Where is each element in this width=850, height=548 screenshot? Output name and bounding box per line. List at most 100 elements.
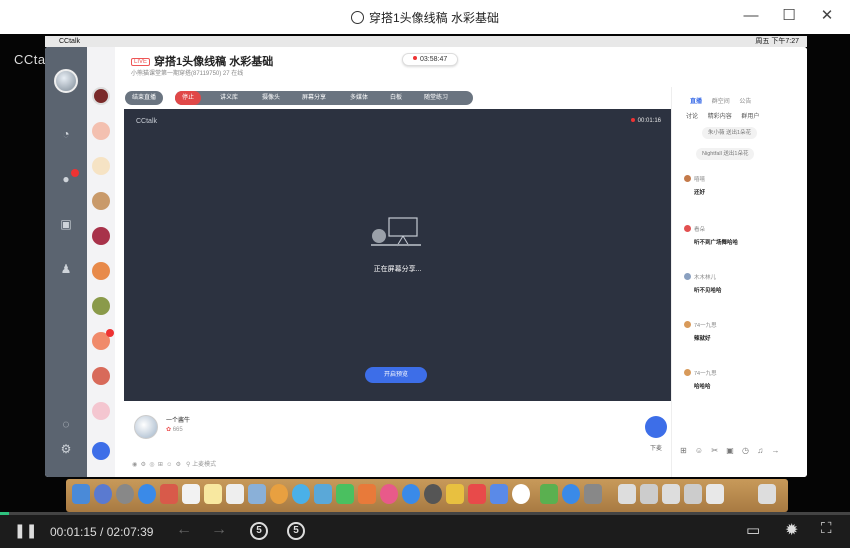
- chat-user: 74一九思: [694, 323, 717, 329]
- live-tag: LIVE: [131, 58, 151, 66]
- photo-icon[interactable]: [160, 484, 178, 504]
- teacher-bar: 一个酱牛 ✿ 665 ◉ ⚙ ◎ ⊞ ☺ ⚙ ⚲ 上麦模式 下麦: [124, 401, 671, 477]
- facetime-icon[interactable]: [314, 484, 332, 504]
- document-icon[interactable]: [684, 484, 702, 504]
- subtab-members[interactable]: 群用户: [741, 114, 759, 120]
- group-avatar[interactable]: [92, 297, 110, 315]
- app-icon[interactable]: [490, 484, 508, 504]
- media-button[interactable]: 多媒体: [343, 91, 375, 105]
- chat-text: 听不到广场舞哈哈: [694, 240, 739, 246]
- rocket-icon[interactable]: [116, 484, 134, 504]
- wechat-icon[interactable]: [540, 484, 558, 504]
- room-title-text: 穿搭1头像线稿 水彩基础: [154, 56, 274, 68]
- previous-icon[interactable]: ←: [176, 521, 192, 539]
- reminders-icon[interactable]: [226, 484, 244, 504]
- group-avatar[interactable]: [92, 157, 110, 175]
- maps-icon[interactable]: [248, 484, 266, 504]
- live-stage: CCtalk 00:01:16 正在屏幕分享... 开启预览: [124, 109, 671, 401]
- handouts-button[interactable]: 讲义库: [213, 91, 245, 105]
- keynote-icon[interactable]: [358, 484, 376, 504]
- fullscreen-icon[interactable]: ⛶: [821, 520, 832, 537]
- notes-icon[interactable]: [204, 484, 222, 504]
- group-avatar[interactable]: [92, 227, 110, 245]
- contacts-icon[interactable]: ♟: [58, 262, 74, 276]
- launchpad-icon[interactable]: [94, 484, 112, 504]
- help-icon[interactable]: ◌: [58, 417, 74, 431]
- minimize-button[interactable]: —: [739, 6, 763, 26]
- leave-mic-button[interactable]: [645, 416, 667, 438]
- document-icon[interactable]: [640, 484, 658, 504]
- chat-message: 木木林儿 听不见哈哈: [684, 273, 722, 294]
- settings-icon[interactable]: ⚙: [58, 442, 74, 456]
- user-avatar[interactable]: [54, 69, 78, 93]
- trash-icon[interactable]: [758, 484, 776, 504]
- group-avatar[interactable]: [92, 262, 110, 280]
- pause-icon[interactable]: ❚❚: [14, 522, 37, 539]
- numbers-icon[interactable]: [336, 484, 354, 504]
- sharing-status: 正在屏幕分享...: [373, 266, 422, 273]
- settings-gear-icon[interactable]: ✹: [785, 520, 798, 540]
- group-avatar[interactable]: [92, 192, 110, 210]
- chat-tools[interactable]: ⊞ ☺ ✂ ▣ ◷ ♫ →: [680, 446, 782, 455]
- tab-group-space[interactable]: 群空间: [712, 99, 730, 105]
- mac-clock: 周五 下午7:27: [755, 38, 799, 45]
- stop-button[interactable]: 停止: [175, 91, 202, 105]
- primary-sidebar: ◔ ● ▣ ♟ ◌ ⚙: [45, 47, 87, 477]
- document-icon[interactable]: [706, 484, 724, 504]
- music-icon[interactable]: [380, 484, 398, 504]
- document-icon[interactable]: [662, 484, 680, 504]
- chat-user: 木木林儿: [694, 275, 717, 281]
- screen-share-button[interactable]: 屏幕分享: [295, 91, 333, 105]
- forward-5-button[interactable]: 5: [287, 522, 305, 540]
- record-time: 00:01:16: [630, 118, 661, 124]
- group-avatar[interactable]: [92, 442, 110, 460]
- teacher-avatar[interactable]: [134, 415, 158, 439]
- next-icon[interactable]: →: [211, 521, 227, 539]
- camera-button[interactable]: 摄像头: [255, 91, 287, 105]
- chat-avatar: [684, 369, 691, 376]
- right-panel-tabs: 直播 群空间 公告: [690, 96, 759, 105]
- progress-bar[interactable]: [0, 512, 850, 515]
- sketch-icon[interactable]: [446, 484, 464, 504]
- teacher-name: 一个酱牛: [166, 418, 191, 424]
- mic-mode[interactable]: 上麦模式: [192, 462, 216, 468]
- subtitle-icon[interactable]: ▭: [746, 521, 760, 539]
- chat-avatar: [684, 273, 691, 280]
- photos-app-icon[interactable]: [270, 484, 288, 504]
- app-icon[interactable]: [468, 484, 486, 504]
- subtab-discussion[interactable]: 讨论: [686, 114, 698, 120]
- group-avatar[interactable]: [92, 402, 110, 420]
- group-avatar[interactable]: [92, 367, 110, 385]
- app-icon[interactable]: [584, 484, 602, 504]
- group-avatar[interactable]: [92, 87, 110, 105]
- app-icon[interactable]: [562, 484, 580, 504]
- calendar-app-icon[interactable]: [182, 484, 200, 504]
- duration: 02:07:39: [106, 525, 154, 539]
- close-button[interactable]: ✕: [815, 6, 839, 26]
- teacher-followers-count: 665: [172, 427, 183, 433]
- subtab-highlights[interactable]: 精彩内容: [708, 114, 732, 120]
- tab-live[interactable]: 直播: [690, 99, 702, 105]
- messages-icon[interactable]: [292, 484, 310, 504]
- tab-notice[interactable]: 公告: [739, 99, 751, 105]
- preview-button[interactable]: 开启预览: [365, 367, 427, 383]
- rewind-5-button[interactable]: 5: [250, 522, 268, 540]
- document-icon[interactable]: [618, 484, 636, 504]
- teacher-followers: ✿ 665: [166, 426, 183, 433]
- preferences-icon[interactable]: [424, 484, 442, 504]
- end-live-button[interactable]: 结束直播: [125, 91, 164, 105]
- appstore-icon[interactable]: [402, 484, 420, 504]
- quiz-button[interactable]: 随堂练习: [417, 91, 455, 105]
- whiteboard-button[interactable]: 白板: [383, 91, 409, 105]
- cctalk-dock-icon[interactable]: [512, 484, 530, 504]
- explore-icon[interactable]: ◔: [58, 127, 74, 141]
- group-avatar[interactable]: [92, 122, 110, 140]
- finder-icon[interactable]: [72, 484, 90, 504]
- chat-avatar: [684, 321, 691, 328]
- screen: 穿搭1头像线稿 水彩基础 — ☐ ✕ CCtalk CCtalk 周五 下午7:…: [0, 0, 850, 548]
- video-player-area[interactable]: CCtalk CCtalk 周五 下午7:27 ◔ ● ▣ ♟ ◌ ⚙ LIVE…: [0, 34, 850, 512]
- calendar-icon[interactable]: ▣: [58, 217, 74, 231]
- safari-icon[interactable]: [138, 484, 156, 504]
- room-subtitle: 小熊猫课堂第一期穿搭(87119750) 27 在线: [131, 71, 244, 77]
- maximize-button[interactable]: ☐: [777, 6, 801, 26]
